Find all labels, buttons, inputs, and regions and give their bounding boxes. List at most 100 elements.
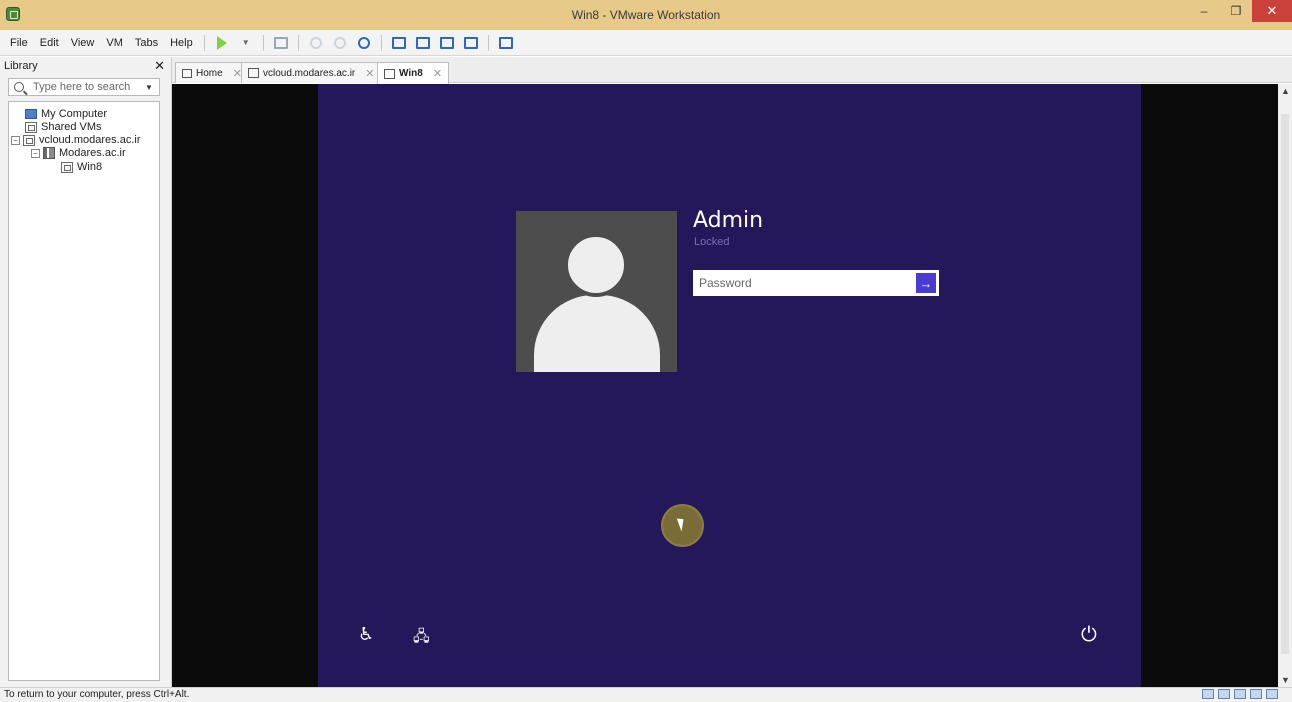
cursor-highlight xyxy=(661,504,704,547)
window-controls: – ❐ ✕ xyxy=(1188,0,1292,30)
library-search-input[interactable] xyxy=(33,81,143,93)
tab-home[interactable]: Home ✕ xyxy=(175,62,249,83)
revert-snapshot-button[interactable] xyxy=(330,33,350,53)
library-title: Library xyxy=(4,60,38,72)
snapshot-manager-button[interactable] xyxy=(354,33,374,53)
network-button[interactable] xyxy=(271,33,291,53)
scroll-down-icon[interactable]: ▼ xyxy=(1281,675,1290,685)
tree-item-vcloud[interactable]: − vcloud.modares.ac.ir xyxy=(11,134,141,146)
avatar-head xyxy=(564,233,628,297)
title-bar: Win8 - VMware Workstation – ❐ ✕ xyxy=(0,0,1292,30)
server-icon xyxy=(248,68,259,78)
snapshot-icon xyxy=(309,36,322,49)
message-icon[interactable] xyxy=(1266,689,1278,699)
play-icon xyxy=(216,35,227,50)
mouse-pointer-icon xyxy=(676,516,688,532)
computer-icon xyxy=(25,109,37,119)
close-button[interactable]: ✕ xyxy=(1252,0,1292,22)
revert-icon xyxy=(333,36,346,49)
toolbar-separator xyxy=(203,34,205,51)
network-adapter-icon[interactable] xyxy=(1234,689,1246,699)
menu-tabs[interactable]: Tabs xyxy=(129,37,164,49)
tree-item-label: Shared VMs xyxy=(41,121,102,133)
minimize-button[interactable]: – xyxy=(1188,0,1220,22)
cd-rom-icon[interactable] xyxy=(1218,689,1230,699)
status-message: To return to your computer, press Ctrl+A… xyxy=(4,689,190,700)
toolbar-separator xyxy=(380,34,382,51)
library-close-button[interactable]: ✕ xyxy=(154,58,165,74)
tree-item-my-computer[interactable]: My Computer xyxy=(25,108,107,120)
menu-file[interactable]: File xyxy=(4,37,34,49)
tab-win8[interactable]: Win8 ✕ xyxy=(377,62,450,84)
tab-close-icon[interactable]: ✕ xyxy=(365,67,374,80)
menu-help[interactable]: Help xyxy=(164,37,199,49)
thumbnail-icon xyxy=(415,36,430,49)
toolbar-separator xyxy=(297,34,299,51)
library-search: ▼ xyxy=(8,78,160,96)
tab-label: Win8 xyxy=(399,68,423,79)
avatar-body xyxy=(534,295,660,372)
toolbar-separator xyxy=(487,34,489,51)
unity-button[interactable] xyxy=(461,33,481,53)
chevron-down-icon: ▼ xyxy=(241,38,250,47)
console-view-button[interactable] xyxy=(496,33,516,53)
tab-label: Home xyxy=(196,67,223,79)
password-input[interactable] xyxy=(699,276,913,290)
windows-lock-screen: Admin Locked → ♿ 🖧 ⏻ xyxy=(318,84,1141,687)
toolbar-separator xyxy=(262,34,264,51)
library-icon xyxy=(391,36,406,49)
tab-bar: Home ✕ vcloud.modares.ac.ir ✕ Win8 ✕ xyxy=(172,57,1292,84)
device-status-icons xyxy=(1198,689,1278,699)
window-title: Win8 - VMware Workstation xyxy=(571,8,721,22)
tree-item-shared-vms[interactable]: Shared VMs xyxy=(25,121,102,133)
menu-view[interactable]: View xyxy=(65,37,101,49)
usb-icon[interactable] xyxy=(1250,689,1262,699)
power-icon[interactable]: ⏻ xyxy=(1081,624,1097,647)
snapshot-button[interactable] xyxy=(306,33,326,53)
network-icon xyxy=(273,36,288,49)
thumbnail-bar-button[interactable] xyxy=(413,33,433,53)
tab-close-icon[interactable]: ✕ xyxy=(433,67,442,80)
maximize-button[interactable]: ❐ xyxy=(1220,0,1252,22)
status-bar: To return to your computer, press Ctrl+A… xyxy=(0,687,1292,702)
menu-vm[interactable]: VM xyxy=(100,37,129,49)
power-on-button[interactable] xyxy=(212,33,232,53)
server-vm-icon xyxy=(23,134,35,146)
power-dropdown-button[interactable]: ▼ xyxy=(236,33,256,53)
unity-icon xyxy=(463,36,478,49)
tab-vcloud[interactable]: vcloud.modares.ac.ir ✕ xyxy=(241,62,382,83)
scroll-thumb[interactable] xyxy=(1281,114,1289,654)
shared-vms-icon xyxy=(25,121,37,133)
tab-label: vcloud.modares.ac.ir xyxy=(263,67,356,79)
tree-item-label: Win8 xyxy=(77,161,103,173)
tree-item-modares[interactable]: − Modares.ac.ir xyxy=(31,147,126,159)
vm-icon xyxy=(384,68,395,79)
tree-item-win8[interactable]: Win8 xyxy=(61,161,102,173)
search-dropdown-icon[interactable]: ▼ xyxy=(145,83,153,92)
ease-of-access-icon[interactable]: ♿ xyxy=(358,624,374,645)
menu-bar: File Edit View VM Tabs Help ▼ xyxy=(0,30,1292,56)
snapshot-manager-icon xyxy=(357,36,370,49)
user-avatar[interactable] xyxy=(516,211,677,372)
scroll-up-icon[interactable]: ▲ xyxy=(1281,86,1290,96)
full-screen-button[interactable] xyxy=(437,33,457,53)
console-scrollbar[interactable]: ▲ ▼ xyxy=(1278,84,1292,687)
library-panel: Library ✕ ▼ My Computer Shared VMs − vcl… xyxy=(0,57,172,687)
library-tree: My Computer Shared VMs − vcloud.modares.… xyxy=(8,101,160,681)
hard-disk-icon[interactable] xyxy=(1202,689,1214,699)
menu-edit[interactable]: Edit xyxy=(34,37,65,49)
lock-status: Locked xyxy=(694,236,730,248)
search-icon[interactable] xyxy=(14,82,24,92)
collapse-icon[interactable]: − xyxy=(11,135,20,145)
tree-item-label: Modares.ac.ir xyxy=(59,147,126,159)
vm-icon xyxy=(61,161,73,173)
network-icon[interactable]: 🖧 xyxy=(413,626,430,651)
show-library-button[interactable] xyxy=(389,33,409,53)
console-view-icon xyxy=(498,36,513,49)
full-screen-icon xyxy=(439,36,454,49)
tree-item-label: My Computer xyxy=(41,108,108,120)
collapse-icon[interactable]: − xyxy=(31,148,40,158)
tree-item-label: vcloud.modares.ac.ir xyxy=(39,134,141,146)
submit-arrow-button[interactable]: → xyxy=(916,273,936,293)
username: Admin xyxy=(693,208,764,233)
